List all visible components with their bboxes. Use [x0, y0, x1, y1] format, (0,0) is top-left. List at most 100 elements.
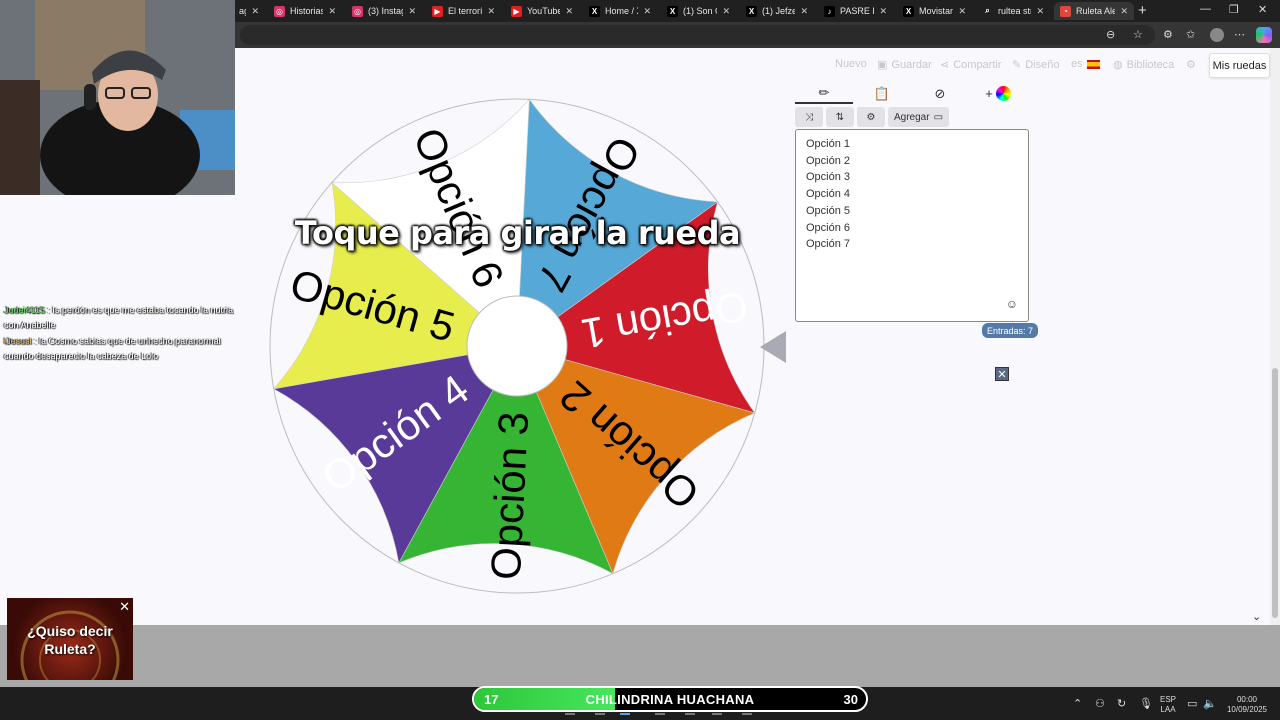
- maximize-icon[interactable]: ❐: [1229, 3, 1239, 16]
- menu-nuevo-label: Nuevo: [835, 58, 867, 70]
- close-tab-icon[interactable]: ✕: [251, 6, 259, 17]
- tab-add-color-icon[interactable]: +: [969, 83, 1027, 104]
- browser-tab[interactable]: ♪ PASRE DO ✕: [818, 2, 893, 20]
- close-tab-icon[interactable]: ✕: [487, 6, 495, 17]
- copilot-icon[interactable]: [1256, 27, 1272, 43]
- editor-tabs: ✏ 📋 ⊘ +: [795, 83, 1029, 105]
- browser-tab-label: PASRE DO: [840, 6, 874, 16]
- close-tab-icon[interactable]: ✕: [958, 6, 966, 17]
- entry-line[interactable]: Opción 5: [806, 203, 1018, 220]
- display-icon[interactable]: ▭: [1187, 697, 1197, 710]
- entry-line[interactable]: Opción 1: [806, 136, 1018, 153]
- add-image-button[interactable]: Agregar ▭: [888, 107, 950, 127]
- taskbar-app-indicator[interactable]: [595, 713, 605, 715]
- minimize-icon[interactable]: —: [1200, 3, 1211, 15]
- sort-button[interactable]: ⇅: [826, 107, 854, 127]
- browser-tab[interactable]: X (1) Son Op ✕: [661, 2, 736, 20]
- url-field[interactable]: [240, 25, 1155, 45]
- tiktok-icon: ♪: [824, 5, 835, 17]
- taskbar-app-indicator[interactable]: [655, 713, 665, 715]
- reader-icon[interactable]: ⊖: [1106, 28, 1115, 41]
- language-label: es: [1071, 58, 1083, 70]
- microphone-icon[interactable]: 🎙: [1139, 697, 1153, 710]
- taskbar-app-indicator[interactable]: [685, 713, 695, 715]
- wheel-hub[interactable]: [466, 295, 568, 397]
- chevron-up-icon[interactable]: ⌃: [1073, 697, 1082, 710]
- entry-line[interactable]: Opción 7: [806, 236, 1018, 253]
- chevron-down-icon[interactable]: ⌄: [1252, 610, 1261, 623]
- close-tab-icon[interactable]: ✕: [565, 6, 573, 17]
- more-options-icon[interactable]: ⋯: [1234, 28, 1245, 41]
- taskbar-app-indicator[interactable]: [712, 713, 722, 715]
- settings-icon[interactable]: ⚙: [1186, 58, 1196, 71]
- mis-ruedas-button[interactable]: Mis ruedas: [1209, 53, 1270, 78]
- new-tab-button[interactable]: +: [1138, 2, 1147, 19]
- close-icon[interactable]: ✕: [119, 599, 130, 615]
- menu-diseno[interactable]: ✎ Diseño: [1012, 58, 1059, 72]
- globe-icon: ◍: [1113, 59, 1123, 71]
- browser-tab[interactable]: X Movistar ✕: [897, 2, 972, 20]
- sync-icon[interactable]: ↻: [1117, 697, 1126, 710]
- browser-tab[interactable]: ▶ YouTube ✕: [505, 2, 579, 20]
- clock[interactable]: 00:00 10/09/2025: [1222, 695, 1272, 715]
- folder-icon: ▣: [877, 59, 888, 71]
- advanced-button[interactable]: ⚙: [857, 107, 885, 127]
- scrollbar-thumb[interactable]: [1272, 368, 1278, 618]
- wheel-icon: ◔: [1060, 5, 1071, 17]
- browser-tab[interactable]: agr ✕: [233, 2, 265, 20]
- close-window-icon[interactable]: ✕: [1258, 3, 1267, 16]
- browser-tab-label: (3) Instagr: [368, 6, 403, 16]
- close-tab-icon[interactable]: ✕: [328, 6, 336, 17]
- menu-biblioteca[interactable]: ◍ Biblioteca: [1113, 58, 1175, 72]
- browser-tab-label: Ruleta Ale: [1076, 6, 1116, 16]
- extensions-icon[interactable]: ⚙: [1163, 28, 1173, 41]
- browser-tab[interactable]: ◔ Ruleta Ale ✕: [1054, 2, 1134, 20]
- clock-time: 00:00: [1236, 695, 1258, 704]
- browser-tab[interactable]: ⌕ rultea stre ✕: [976, 2, 1050, 20]
- taskbar-app-indicator[interactable]: [742, 713, 752, 715]
- favorite-star-icon[interactable]: ☆: [1133, 28, 1143, 41]
- tab-entries-pencil-icon[interactable]: ✏: [795, 83, 853, 104]
- page-scrollbar[interactable]: [1270, 48, 1280, 625]
- menu-nuevo[interactable]: Nuevo: [835, 58, 867, 70]
- entry-line[interactable]: Opción 6: [806, 220, 1018, 237]
- browser-tab[interactable]: ◎ Historias - ✕: [268, 2, 342, 20]
- browser-tab[interactable]: X Home / X ✕: [583, 2, 657, 20]
- keyboard-language[interactable]: ESP LAA: [1159, 695, 1177, 715]
- ad-line-1: ¿Quiso decir: [27, 623, 113, 639]
- taskbar-app-indicator[interactable]: [620, 713, 630, 715]
- browser-tab[interactable]: X (1) Jefzex ✕: [740, 2, 814, 20]
- instagram-icon: ◎: [352, 5, 363, 17]
- emoji-icon[interactable]: ☺: [1006, 297, 1018, 311]
- close-tab-icon[interactable]: ✕: [1036, 6, 1044, 17]
- close-tab-icon[interactable]: ✕: [643, 6, 651, 17]
- spin-wheel[interactable]: Opción 1 Opción 2 Opción 3 Opción 4 Opción 5…: [267, 98, 767, 598]
- shuffle-button[interactable]: ⤨: [795, 107, 823, 127]
- entry-line[interactable]: Opción 4: [806, 186, 1018, 203]
- volume-icon[interactable]: 🔈: [1203, 697, 1217, 710]
- roulette-ad-card[interactable]: ¿Quiso decir Ruleta? ✕: [7, 598, 133, 680]
- menu-language[interactable]: es: [1071, 58, 1100, 70]
- close-tab-icon[interactable]: ✕: [879, 6, 887, 17]
- tap-to-spin-text[interactable]: Toque para girar la rueda: [290, 214, 745, 252]
- browser-tab[interactable]: ◎ (3) Instagr ✕: [346, 2, 422, 20]
- close-tab-icon[interactable]: ✕: [1120, 6, 1128, 17]
- close-tab-icon[interactable]: ✕: [800, 6, 808, 17]
- close-ad-icon[interactable]: ✕: [995, 367, 1009, 381]
- entry-line[interactable]: Opción 3: [806, 169, 1018, 186]
- entry-line[interactable]: Opción 2: [806, 153, 1018, 170]
- favorites-icon[interactable]: ✩: [1186, 28, 1195, 41]
- close-tab-icon[interactable]: ✕: [408, 6, 416, 17]
- network-icon[interactable]: ⚇: [1095, 697, 1105, 710]
- entries-textarea[interactable]: Opción 1 Opción 2 Opción 3 Opción 4 Opción 5…: [795, 129, 1029, 322]
- close-tab-icon[interactable]: ✕: [722, 6, 730, 17]
- menu-guardar[interactable]: ▣ Guardar: [877, 58, 932, 72]
- tab-hidden-eye-icon[interactable]: ⊘: [911, 83, 969, 104]
- tab-clipboard-icon[interactable]: 📋: [853, 83, 911, 104]
- profile-avatar[interactable]: [1210, 28, 1224, 42]
- menu-biblioteca-label: Biblioteca: [1126, 58, 1175, 71]
- menu-compartir[interactable]: ⋖ Compartir: [940, 58, 1002, 72]
- wheel-graphic[interactable]: Opción 1Opción 2Opción 3Opción 4Opción 5…: [267, 98, 767, 598]
- browser-tab[interactable]: ▶ El terrorífi ✕: [426, 2, 501, 20]
- taskbar-app-indicator[interactable]: [565, 713, 575, 715]
